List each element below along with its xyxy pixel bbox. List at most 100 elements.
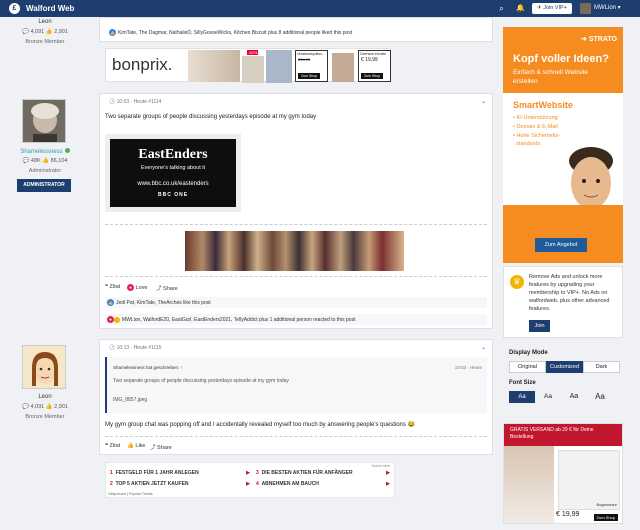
font-size-medium-button[interactable]: Aa	[535, 391, 561, 403]
post-card: 🕐 10:13 · Heute #1115 ⌄ Shamelessness ha…	[99, 339, 493, 455]
post-meta[interactable]: 🕐 10:03 · Heute #1114	[109, 99, 161, 105]
vip-upgrade-box: ♛ Remove Ads and unlock more features by…	[503, 266, 623, 338]
ad-photo-product	[332, 53, 354, 82]
font-size-small-button[interactable]: Aa	[509, 391, 535, 403]
poster-avatar[interactable]	[22, 99, 66, 143]
poster-avatar[interactable]	[22, 345, 66, 389]
ad-item[interactable]: 4 ABNEHMEN AM BAUCH ▶	[256, 481, 390, 487]
arrow-icon: ▶	[386, 481, 390, 487]
strato-orange-band	[503, 205, 623, 263]
reacted-text: MWLion, WalfordE20, EastGurl, EastEnders…	[122, 316, 356, 323]
discount-badge: -52%	[247, 50, 259, 55]
zum-shop-button[interactable]: Zum Shop	[361, 73, 384, 79]
like-button[interactable]: 👍 Like	[127, 443, 145, 449]
love-label: Love	[135, 284, 148, 291]
join-vip-button[interactable]: ✈ Join VIP+	[532, 3, 572, 14]
reaction-text: KimTate, The Dagmar, NathalieD, SillyGoo…	[118, 29, 353, 36]
join-vip-box-button[interactable]: Join	[529, 320, 550, 332]
display-customized-button[interactable]: Customized	[546, 361, 583, 373]
poster-stats: 💬 48K 👍 86,104	[22, 158, 68, 164]
post-card: 🕐 10:03 · Heute #1114 ⌄ Two separate gro…	[99, 93, 493, 329]
strato-product: SmartWebsite	[513, 100, 573, 110]
poster-rank: Administrator	[28, 168, 62, 174]
quote-button[interactable]: ❝ Zitat	[105, 284, 120, 290]
quote-attachment[interactable]: IMG_8857.jpeg	[113, 397, 147, 403]
arrow-icon: ▶	[246, 470, 250, 476]
user-avatar[interactable]	[580, 3, 591, 14]
eastenders-tagline: Everyone's talking about it	[140, 165, 206, 171]
quote-time: 10:03 · Heute	[454, 365, 482, 370]
crown-icon: ♛	[510, 275, 524, 289]
heart-icon: ♥	[127, 284, 134, 291]
strato-white-panel: SmartWebsite • KI-Unterstützung • Domain…	[503, 93, 623, 263]
site-brand[interactable]: Walford Web	[26, 3, 74, 14]
quote-author[interactable]: Shamelessness hat geschrieben: ↑	[113, 365, 183, 370]
product-price-old: €34,99	[298, 57, 311, 62]
share-label: Share	[157, 445, 172, 451]
poster-name[interactable]: Shamelessness	[0, 148, 90, 155]
search-icon[interactable]: ⌕	[496, 3, 507, 14]
like-label: Like	[135, 443, 146, 449]
laugh-reaction-icon	[114, 316, 120, 323]
eastenders-image[interactable]: EastEnders Everyone's talking about it w…	[105, 134, 241, 212]
zum-shop-button[interactable]: Zum Shop	[593, 514, 618, 521]
cast-collage-image[interactable]	[185, 231, 404, 271]
font-size-large-button[interactable]: Aa	[561, 391, 587, 403]
ad-item-text: ABNEHMEN AM BAUCH	[261, 481, 319, 487]
left-rail: Leon 💬 4,091 👍 2,901 Bronze Member Shame…	[0, 17, 94, 530]
ad-item[interactable]: 1 FESTGELD FÜR 1 JAHR ANLEGEN ▶	[110, 470, 250, 476]
display-original-button[interactable]: Original	[509, 361, 546, 373]
likes-summary[interactable]: 👍 Jedi Pat, KimTate, TheArches like this …	[105, 297, 487, 308]
likes-text: Jedi Pat, KimTate, TheArches like this p…	[116, 299, 211, 306]
product-tile[interactable]: Oversize-Hoodie € 19,99 Zum Shop	[358, 50, 391, 82]
shop-ad[interactable]: GRATIS VERSAND ab 29 € für Deine Bestell…	[503, 423, 623, 524]
font-size-xlarge-button[interactable]: Aa	[587, 391, 613, 403]
ad-item-text: TOP 5 AKTIEN JETZT KAUFEN	[115, 481, 189, 487]
shipping-banner: GRATIS VERSAND ab 29 € für Deine Bestell…	[504, 424, 622, 446]
like-icon: 👍	[107, 299, 114, 306]
share-button[interactable]: ⤴ Share	[156, 284, 178, 292]
site-logo[interactable]: £	[9, 3, 20, 14]
ad-item-text: FESTGELD FÜR 1 JAHR ANLEGEN	[115, 470, 199, 476]
store-brand: Bogenstore	[596, 502, 617, 507]
search-ad[interactable]: Suche nach 1 FESTGELD FÜR 1 JAHR ANLEGEN…	[105, 462, 395, 498]
product-price: € 19,99	[361, 57, 378, 63]
divider	[105, 436, 487, 437]
reaction-summary[interactable]: 👍 KimTate, The Dagmar, NathalieD, SillyGo…	[109, 29, 479, 36]
post-options-chevron-icon[interactable]: ⌄	[481, 344, 486, 351]
ad-item[interactable]: 2 TOP 5 AKTIEN JETZT KAUFEN ▶	[110, 481, 250, 487]
post-card-tail: 👍 KimTate, The Dagmar, NathalieD, SillyGo…	[99, 17, 493, 42]
product-tile[interactable]: Umstandspullov... €34,99 Zum Shop	[295, 50, 328, 82]
ad-photo-product	[266, 50, 292, 83]
post-meta[interactable]: 🕐 10:13 · Heute #1115	[109, 345, 161, 351]
bonprix-ad[interactable]: bonprix. -52% Umstandspullov... €34,99 Z…	[105, 48, 391, 83]
bell-icon[interactable]: 🔔	[515, 3, 526, 14]
user-menu[interactable]: MWLion ▾	[594, 3, 621, 14]
display-dark-button[interactable]: Dark	[583, 361, 620, 373]
love-reaction-icon: ♥	[107, 316, 114, 323]
strato-cta-button[interactable]: Zum Angebot	[535, 238, 587, 252]
join-vip-label: Join VIP+	[543, 5, 567, 11]
poster-name[interactable]: Leon	[0, 394, 90, 400]
divider	[105, 276, 487, 277]
poster-name[interactable]: Leon	[0, 19, 90, 25]
poster-name-label: Shamelessness	[20, 149, 63, 155]
quote-button[interactable]: ❝ Zitat	[105, 443, 120, 449]
online-indicator-icon	[64, 148, 70, 153]
post-options-chevron-icon[interactable]: ⌄	[481, 98, 486, 105]
avatar-image	[23, 100, 65, 142]
love-button[interactable]: ♥ Love	[127, 284, 147, 291]
admin-badge: ADMINISTRATOR	[17, 179, 71, 192]
share-button[interactable]: ⤴ Share	[150, 443, 172, 451]
strato-headline: Kopf voller Ideen?	[513, 53, 609, 65]
reacted-summary[interactable]: ♥ MWLion, WalfordE20, EastGurl, EastEnder…	[105, 314, 487, 325]
ad-photo-product: Bogenstore	[558, 450, 620, 510]
ad-item[interactable]: 3 DIE BESTEN AKTIEN FÜR ANFÄNGER ▶	[256, 470, 390, 476]
strato-feature: • KI-Unterstützung	[513, 115, 558, 121]
eastenders-url: www.bbc.co.uk/eastenders	[137, 181, 209, 187]
display-settings: Display Mode Original Customized Dark Fo…	[503, 344, 623, 408]
bbc-one-logo: BBC ONE	[157, 192, 189, 198]
strato-ad[interactable]: ➔ STRATO Kopf voller Ideen? Einfach & sc…	[503, 27, 623, 263]
zum-shop-button[interactable]: Zum Shop	[298, 73, 321, 79]
eastenders-title: EastEnders	[138, 147, 208, 162]
